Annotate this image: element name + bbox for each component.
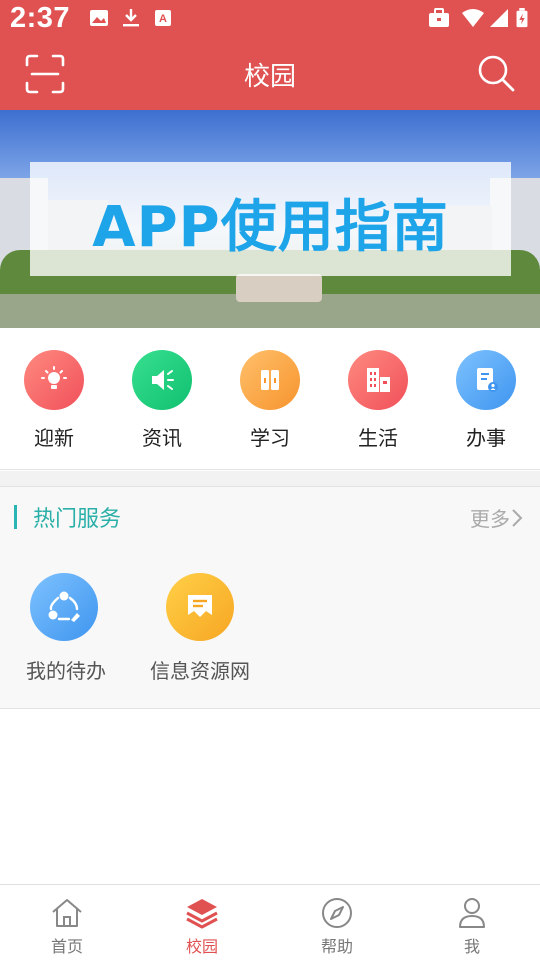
app-header: 校园 (0, 36, 540, 110)
quick-nav-label: 学习 (250, 426, 290, 450)
wifi-icon (462, 9, 484, 27)
quick-nav-study[interactable]: 学习 (230, 350, 310, 451)
status-time: 2:37 (10, 2, 71, 34)
section-accent-bar (14, 505, 17, 529)
quick-nav-label: 办事 (466, 426, 506, 450)
campus-stone (236, 274, 322, 302)
page-title: 校园 (243, 62, 296, 92)
megaphone-icon (132, 350, 192, 410)
more-link[interactable]: 更多 (470, 503, 524, 532)
section-divider (0, 471, 540, 487)
svg-text:A: A (159, 13, 167, 25)
status-bar: 2:37 A (0, 0, 540, 36)
quick-nav-label: 迎新 (34, 426, 74, 450)
share-network-icon (30, 573, 98, 641)
buildings-icon (348, 350, 408, 410)
tab-help[interactable]: 帮助 (292, 897, 382, 957)
quick-nav-life[interactable]: 生活 (338, 350, 418, 451)
download-notification-icon (123, 9, 139, 27)
banner-caption: APP使用指南 (30, 162, 511, 276)
search-button[interactable] (476, 53, 516, 93)
home-icon (52, 899, 82, 927)
person-icon (459, 898, 485, 928)
tab-label: 校园 (185, 937, 218, 956)
lightbulb-icon (24, 350, 84, 410)
section-title: 热门服务 (33, 507, 122, 532)
signal-icon (490, 9, 508, 27)
image-notification-icon (90, 10, 108, 26)
banner-carousel[interactable]: APP使用指南 (0, 110, 540, 328)
battery-charging-icon (516, 8, 528, 28)
quick-nav-news[interactable]: 资讯 (122, 350, 202, 451)
keyboard-notification-icon: A (155, 10, 171, 26)
document-icon (456, 350, 516, 410)
briefcase-icon (429, 8, 449, 27)
more-label: 更多 (470, 507, 510, 531)
quick-nav-label: 生活 (358, 426, 398, 450)
service-label: 我的待办 (26, 659, 106, 683)
service-info-resources[interactable]: 信息资源网 (150, 573, 250, 684)
banner-title: APP使用指南 (92, 195, 449, 260)
hot-services-section: 热门服务 更多 我的待办 信息资源网 (0, 487, 540, 709)
layers-icon (186, 899, 218, 929)
tab-label: 首页 (50, 937, 83, 956)
quick-nav-affairs[interactable]: 办事 (446, 350, 526, 451)
service-my-todo[interactable]: 我的待办 (26, 573, 106, 684)
books-icon (240, 350, 300, 410)
service-label: 信息资源网 (150, 659, 250, 683)
message-icon (166, 573, 234, 641)
bottom-tab-bar: 首页 校园 帮助 我 (0, 884, 540, 960)
chevron-right-icon (512, 508, 523, 527)
quick-nav: 迎新 资讯 学习 生活 办事 (0, 328, 540, 470)
tab-label: 帮助 (320, 937, 353, 956)
compass-icon (322, 898, 352, 928)
quick-nav-label: 资讯 (142, 426, 182, 450)
tab-label: 我 (463, 937, 480, 956)
tab-me[interactable]: 我 (427, 897, 517, 957)
tab-home[interactable]: 首页 (22, 897, 112, 957)
quick-nav-welcome[interactable]: 迎新 (14, 350, 94, 451)
tab-campus[interactable]: 校园 (157, 897, 247, 957)
